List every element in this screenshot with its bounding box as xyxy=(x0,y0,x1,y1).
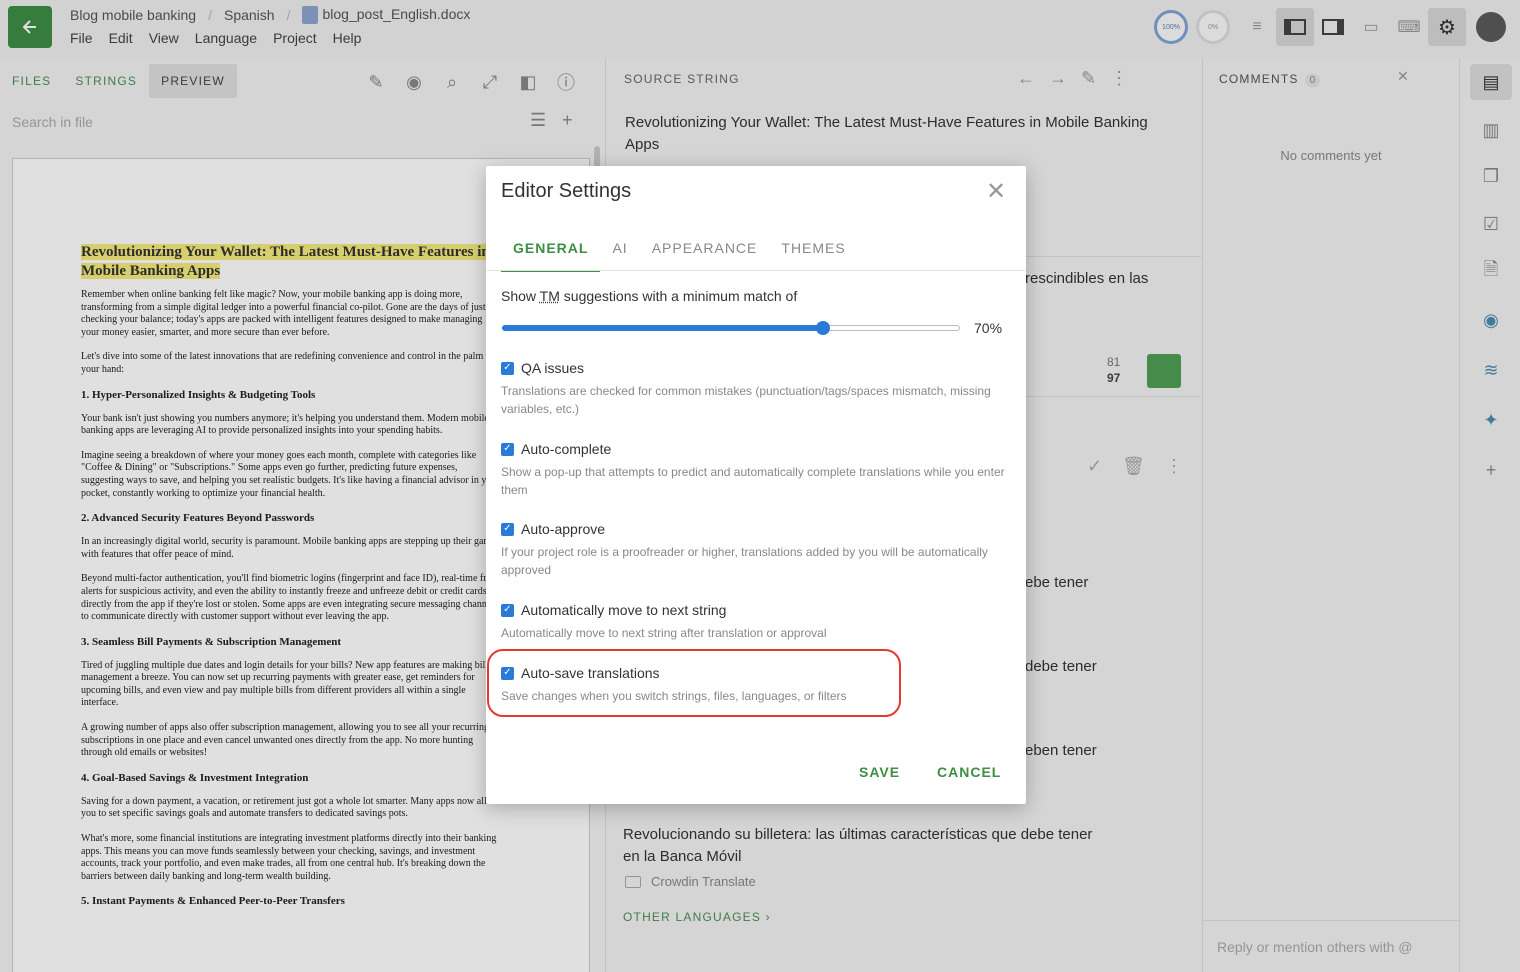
divider xyxy=(486,270,1026,271)
option-qa-issues: ✓ QA issues Translations are checked for … xyxy=(501,360,991,416)
close-icon[interactable]: ✕ xyxy=(986,180,1006,204)
qa-issues-checkbox[interactable]: ✓ xyxy=(501,361,514,375)
settings-tabs: GENERAL AI APPEARANCE THEMES xyxy=(501,232,858,272)
tm-match-value: 70% xyxy=(974,320,1003,336)
option-auto-complete: ✓ Auto-complete Show a pop-up that attemp… xyxy=(501,441,1005,497)
tab-appearance[interactable]: APPEARANCE xyxy=(640,232,770,272)
move-next-checkbox[interactable]: ✓ xyxy=(501,603,514,617)
slider-fill xyxy=(502,325,823,331)
option-move-next: ✓ Automatically move to next string Autom… xyxy=(501,602,827,640)
tm-abbr: TM xyxy=(539,288,560,304)
option-auto-approve: ✓ Auto-approve If your project role is a … xyxy=(501,521,988,577)
tm-match-slider[interactable] xyxy=(502,321,960,335)
tm-match-label: Show TM suggestions with a minimum match… xyxy=(501,288,798,304)
tab-themes[interactable]: THEMES xyxy=(769,232,857,272)
auto-approve-checkbox[interactable]: ✓ xyxy=(501,522,514,536)
tab-general[interactable]: GENERAL xyxy=(501,232,601,272)
slider-handle[interactable] xyxy=(816,321,830,335)
cancel-button[interactable]: CANCEL xyxy=(937,764,1001,780)
dialog-title: Editor Settings xyxy=(501,180,632,202)
tab-ai[interactable]: AI xyxy=(600,232,639,272)
auto-complete-checkbox[interactable]: ✓ xyxy=(501,442,514,456)
highlight-annotation xyxy=(487,649,901,717)
save-button[interactable]: SAVE xyxy=(859,764,900,780)
